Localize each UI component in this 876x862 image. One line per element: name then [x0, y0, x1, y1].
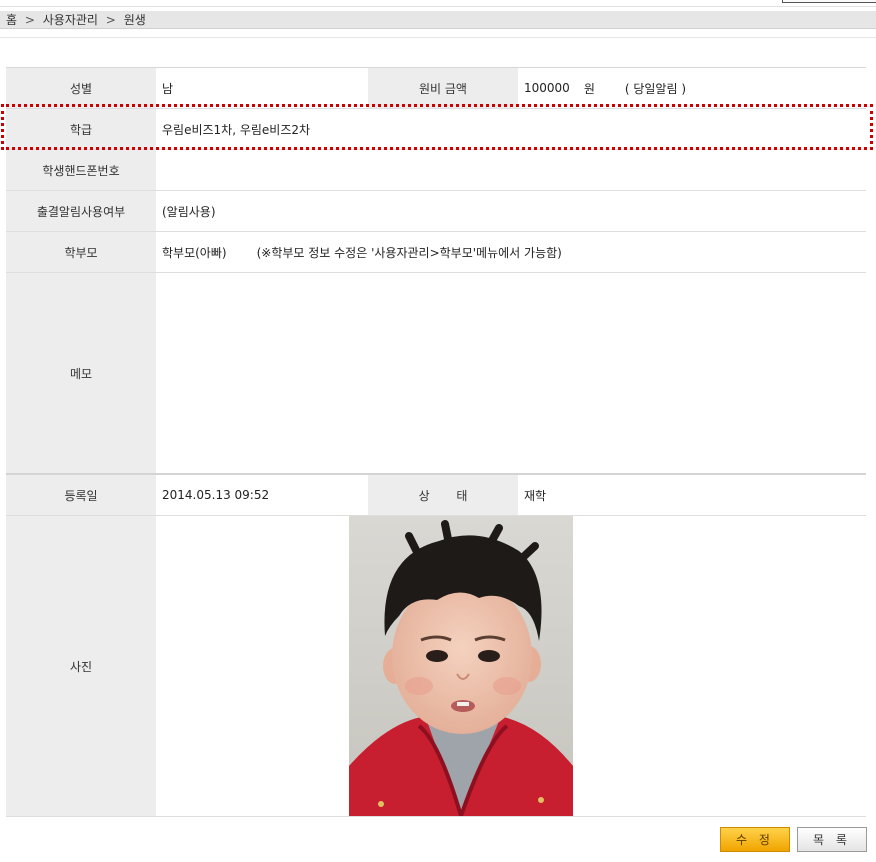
attendance-alert-label: 출결알림사용여부 — [6, 191, 156, 231]
breadcrumb-separator: > — [24, 13, 35, 27]
class-label: 학급 — [6, 109, 156, 149]
class-value: 우림e비즈1차, 우림e비즈2차 — [162, 122, 311, 137]
photo-cell — [156, 516, 866, 816]
row-parent: 학부모 학부모(아빠) (※학부모 정보 수정은 '사용자관리>학부모'메뉴에서… — [6, 232, 866, 273]
parent-value: 학부모(아빠) — [162, 245, 227, 260]
registered-label: 등록일 — [6, 475, 156, 515]
fee-value: 100000 원 ( 당일알림 ) — [518, 68, 866, 108]
edit-button[interactable]: 수 정 — [720, 827, 790, 852]
phone-value — [156, 150, 866, 190]
status-label-text: 상 태 — [418, 488, 468, 503]
breadcrumb-section[interactable]: 사용자관리 — [43, 13, 98, 27]
breadcrumb: 홈 > 사용자관리 > 원생 — [0, 11, 876, 29]
phone-label: 학생핸드폰번호 — [6, 150, 156, 190]
student-photo — [349, 516, 573, 816]
gender-label: 성별 — [6, 68, 156, 108]
photo-label: 사진 — [6, 516, 156, 816]
fee-amount: 100000 — [524, 81, 570, 95]
attendance-alert-value: (알림사용) — [162, 204, 216, 219]
breadcrumb-home[interactable]: 홈 — [6, 13, 17, 27]
row-class: 학급 우림e비즈1차, 우림e비즈2차 — [6, 109, 866, 150]
row-gender-fee: 성별 남 원비 금액 100000 원 ( 당일알림 ) — [6, 68, 866, 109]
row-phone: 학생핸드폰번호 — [6, 150, 866, 191]
top-divider — [0, 6, 876, 7]
list-button[interactable]: 목 록 — [797, 827, 867, 852]
gender-value: 남 — [162, 81, 174, 96]
row-registered-status: 등록일 2014.05.13 09:52 상 태 재학 — [6, 475, 866, 516]
parent-label: 학부모 — [6, 232, 156, 272]
row-memo: 메모 — [6, 273, 866, 475]
fee-unit: 원 — [583, 81, 595, 96]
action-buttons: 수 정 목 록 — [720, 827, 867, 852]
fee-label: 원비 금액 — [368, 68, 518, 108]
status-label: 상 태 — [368, 475, 518, 515]
memo-value — [156, 273, 866, 473]
breadcrumb-separator: > — [105, 13, 116, 27]
fee-note: ( 당일알림 ) — [624, 81, 687, 96]
student-detail-table: 성별 남 원비 금액 100000 원 ( 당일알림 ) 학급 우림e비즈1차,… — [6, 67, 866, 817]
status-value: 재학 — [524, 488, 547, 503]
registered-value: 2014.05.13 09:52 — [162, 488, 270, 502]
row-photo: 사진 — [6, 516, 866, 817]
parent-note: (※학부모 정보 수정은 '사용자관리>학부모'메뉴에서 가능함) — [256, 245, 562, 260]
breadcrumb-underline — [0, 37, 876, 38]
top-right-button-edge[interactable] — [782, 0, 876, 3]
parent-value-cell: 학부모(아빠) (※학부모 정보 수정은 '사용자관리>학부모'메뉴에서 가능함… — [156, 232, 866, 272]
breadcrumb-current: 원생 — [123, 13, 146, 27]
memo-label: 메모 — [6, 273, 156, 473]
row-attendance-alert: 출결알림사용여부 (알림사용) — [6, 191, 866, 232]
